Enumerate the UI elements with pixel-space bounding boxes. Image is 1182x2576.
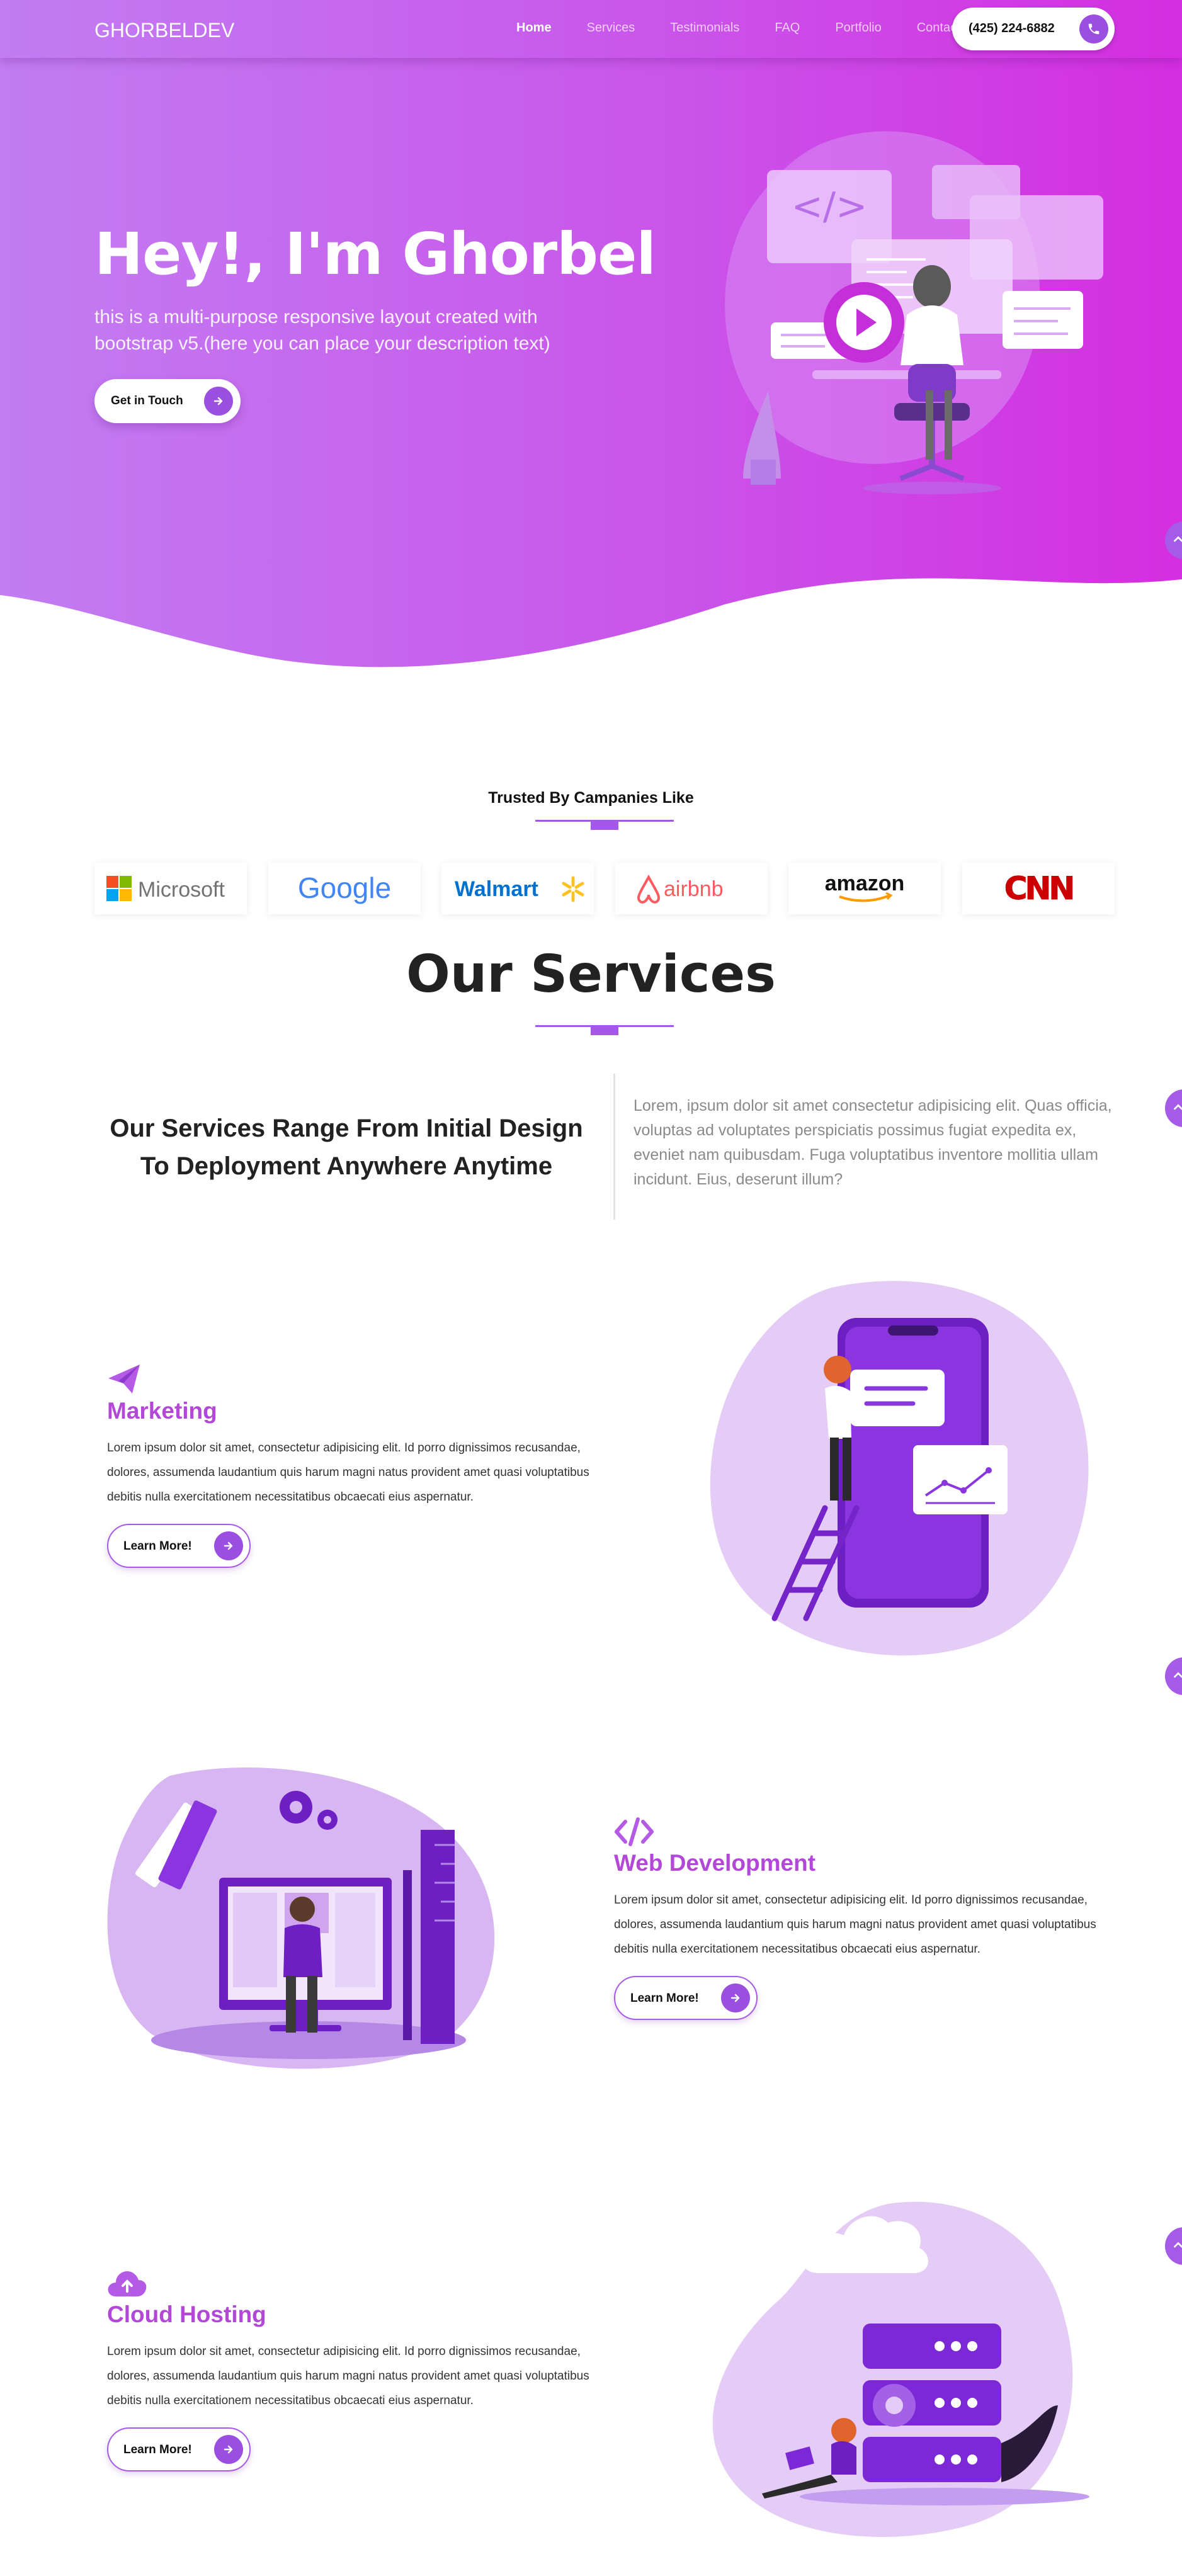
hero-title: Hey!, I'm Ghorbel — [94, 220, 656, 288]
get-in-touch-button[interactable]: Get in Touch — [94, 379, 241, 423]
arrow-right-icon — [214, 1531, 243, 1560]
services-tagline: Our Services Range From Initial Design T… — [110, 1115, 583, 1180]
logo-cnn: CNN — [962, 863, 1115, 914]
trusted-heading: Trusted By Campanies Like — [488, 789, 694, 807]
nav-link-services[interactable]: Services — [587, 21, 635, 35]
logo-walmart-text: Walmart — [455, 877, 538, 901]
section-divider — [535, 820, 674, 830]
service-name-marketing: Marketing — [107, 1398, 217, 1424]
web-development-learn-more-button[interactable]: Learn More! — [614, 1976, 758, 2020]
scroll-up-tab[interactable] — [1165, 1657, 1182, 1695]
svg-text:</>: </> — [792, 184, 868, 229]
logo-google: Google — [268, 863, 421, 914]
chevron-up-icon — [1173, 1672, 1182, 1678]
service-description-marketing: Lorem ipsum dolor sit amet, consectetur … — [107, 1441, 589, 1504]
phone-icon — [1079, 14, 1108, 43]
services-intro: Lorem, ipsum dolor sit amet consectetur … — [634, 1097, 1112, 1188]
web-development-illustration — [107, 1767, 495, 2069]
logo-amazon: amazon — [788, 863, 941, 914]
code-icon — [615, 1817, 654, 1846]
logo-airbnb: airbnb — [615, 863, 768, 914]
logo-microsoft-text: Microsoft — [138, 878, 225, 902]
brand-logo[interactable]: GHORBELDEV — [94, 19, 234, 42]
phone-number: (425) 224-6882 — [969, 21, 1055, 35]
nav-links: Home Services Testimonials FAQ Portfolio… — [516, 21, 996, 35]
marketing-illustration — [710, 1281, 1089, 1656]
service-description-web-development: Lorem ipsum dolor sit amet, consectetur … — [614, 1893, 1096, 1956]
paper-plane-icon — [108, 1365, 140, 1393]
nav-link-faq[interactable]: FAQ — [775, 21, 800, 35]
get-in-touch-label: Get in Touch — [111, 394, 183, 407]
cloud-hosting-learn-more-button[interactable]: Learn More! — [107, 2427, 251, 2471]
learn-more-label: Learn More! — [123, 2443, 192, 2456]
cloud-upload-icon — [108, 2271, 147, 2296]
service-description-cloud-hosting: Lorem ipsum dolor sit amet, consectetur … — [107, 2345, 589, 2407]
learn-more-label: Learn More! — [123, 1540, 192, 1553]
logo-microsoft: Microsoft — [94, 863, 247, 914]
scroll-up-tab[interactable] — [1165, 1089, 1182, 1127]
arrow-right-icon — [214, 2435, 243, 2464]
chevron-up-icon — [1173, 536, 1182, 542]
chevron-up-icon — [1173, 1104, 1182, 1110]
chevron-up-icon — [1173, 2242, 1182, 2248]
arrow-right-icon — [204, 387, 233, 416]
logo-cnn-text: CNN — [1004, 870, 1073, 907]
top-navbar: GHORBELDEV Home Services Testimonials FA… — [0, 0, 1182, 58]
scroll-up-tab[interactable] — [1165, 2227, 1182, 2265]
logo-amazon-text: amazon — [825, 871, 905, 895]
marketing-learn-more-button[interactable]: Learn More! — [107, 1524, 251, 1568]
logo-google-text: Google — [297, 871, 390, 904]
arrow-right-icon — [721, 1983, 750, 2012]
hero-developer-illustration: </> — [725, 131, 1103, 494]
cloud-hosting-illustration — [712, 2201, 1089, 2538]
nav-link-portfolio[interactable]: Portfolio — [835, 21, 881, 35]
section-divider — [535, 1025, 674, 1035]
vertical-divider — [613, 1074, 615, 1220]
learn-more-label: Learn More! — [630, 1992, 699, 2005]
service-name-cloud-hosting: Cloud Hosting — [107, 2301, 266, 2327]
logo-walmart: Walmart — [441, 863, 594, 914]
hero-subtitle: this is a multi-purpose responsive layou… — [94, 307, 550, 354]
client-logos: Microsoft Google Walmart airbnb amazon C… — [94, 863, 1115, 914]
nav-link-home[interactable]: Home — [516, 21, 552, 35]
phone-button[interactable]: (425) 224-6882 — [952, 8, 1115, 50]
service-name-web-development: Web Development — [614, 1850, 816, 1876]
logo-airbnb-text: airbnb — [664, 877, 724, 901]
services-title: Our Services — [406, 945, 776, 1004]
nav-link-testimonials[interactable]: Testimonials — [670, 21, 739, 35]
